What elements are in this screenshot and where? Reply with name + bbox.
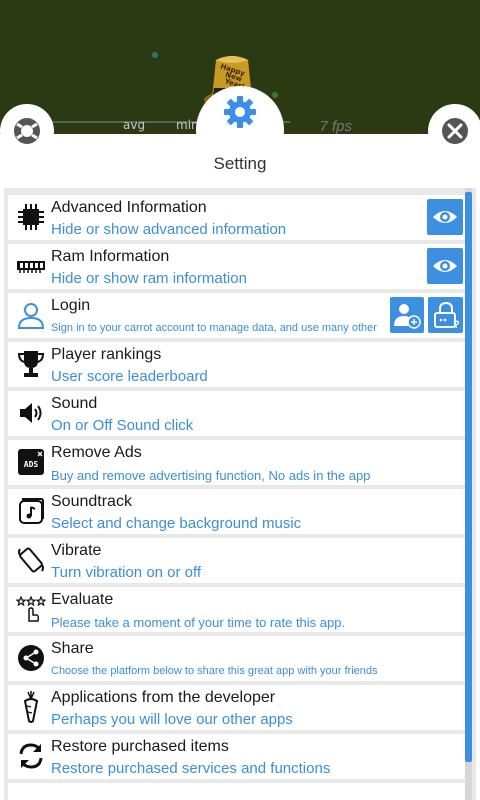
toggle-visibility-button[interactable]	[427, 199, 463, 235]
setting-share[interactable]: Share Choose the platform below to share…	[8, 636, 465, 681]
setting-subtitle: Choose the platform below to share this …	[51, 665, 378, 677]
lock-question-icon: ?	[433, 301, 460, 329]
svg-text:?: ?	[453, 319, 460, 329]
setting-title: Remove Ads	[51, 444, 142, 461]
stat-avg: avg	[123, 118, 146, 132]
speaker-icon	[15, 397, 47, 429]
lifebuoy-icon	[14, 118, 40, 144]
vibrate-icon	[15, 544, 47, 576]
setting-title: Restore purchased items	[51, 738, 229, 755]
carrot-icon	[15, 691, 47, 723]
setting-subtitle: Select and change background music	[51, 515, 302, 532]
setting-vibrate[interactable]: Vibrate Turn vibration on or off	[8, 538, 465, 583]
setting-subtitle: Please take a moment of your time to rat…	[51, 615, 346, 630]
trophy-icon	[15, 348, 47, 380]
particle	[152, 52, 158, 58]
restore-icon	[15, 740, 47, 772]
setting-subtitle: Sign in to your carrot account to manage…	[51, 322, 377, 334]
svg-text:ADS: ADS	[24, 460, 39, 469]
setting-title: Player rankings	[51, 346, 162, 363]
setting-title: Evaluate	[51, 591, 114, 608]
setting-title: Advanced Information	[51, 199, 207, 216]
setting-player-rankings[interactable]: Player rankings User score leaderboard	[8, 342, 465, 387]
toggle-visibility-button[interactable]	[427, 248, 463, 284]
setting-subtitle: Turn vibration on or off	[51, 564, 202, 581]
setting-subtitle: Buy and remove advertising function, No …	[51, 468, 371, 483]
setting-advanced-information[interactable]: Advanced Information Hide or show advanc…	[8, 195, 465, 240]
setting-title: Sound	[51, 395, 98, 412]
setting-subtitle: Restore purchased services and functions	[51, 760, 331, 777]
setting-remove-ads[interactable]: ADS Remove Ads Buy and remove advertisin…	[8, 440, 465, 485]
setting-subtitle: Perhaps you will love our other apps	[51, 711, 293, 728]
setting-subtitle: Hide or show advanced information	[51, 221, 287, 238]
add-user-icon	[394, 304, 421, 329]
share-icon	[15, 642, 47, 674]
setting-subtitle: On or Off Sound click	[51, 417, 194, 434]
gear-icon	[224, 96, 256, 128]
particle	[272, 92, 278, 98]
music-icon	[15, 495, 47, 527]
setting-sound[interactable]: Sound On or Off Sound click	[8, 391, 465, 436]
chip-icon	[15, 201, 47, 233]
stat-fps: 7 fps	[319, 118, 352, 134]
eye-icon	[433, 260, 457, 272]
eye-icon	[433, 211, 457, 223]
setting-title: Ram Information	[51, 248, 170, 265]
close-icon	[442, 118, 468, 144]
setting-title: Share	[51, 640, 94, 657]
settings-list[interactable]: Advanced Information Hide or show advanc…	[4, 188, 476, 800]
ads-icon: ADS	[15, 446, 47, 478]
setting-subtitle: User score leaderboard	[51, 368, 208, 385]
recover-password-button[interactable]: ?	[428, 297, 463, 333]
setting-developer-apps[interactable]: Applications from the developer Perhaps …	[8, 685, 465, 730]
setting-restore-purchases[interactable]: Restore purchased items Restore purchase…	[8, 734, 465, 779]
setting-subtitle: Hide or show ram information	[51, 270, 247, 287]
close-button[interactable]	[428, 104, 480, 158]
rate-icon	[15, 593, 47, 625]
help-button[interactable]	[0, 104, 54, 158]
user-icon	[15, 299, 47, 331]
setting-login[interactable]: Login Sign in to your carrot account to …	[8, 293, 465, 338]
setting-title: Soundtrack	[51, 493, 132, 510]
ram-icon	[15, 250, 47, 282]
setting-evaluate[interactable]: Evaluate Please take a moment of your ti…	[8, 587, 465, 632]
setting-soundtrack[interactable]: Soundtrack Select and change background …	[8, 489, 465, 534]
scrollbar-thumb[interactable]	[465, 192, 472, 762]
setting-next-partial[interactable]	[8, 783, 465, 800]
setting-title: Applications from the developer	[51, 689, 276, 706]
setting-ram-information[interactable]: Ram Information Hide or show ram informa…	[8, 244, 465, 289]
setting-title: Vibrate	[51, 542, 102, 559]
page-title: Setting	[213, 154, 267, 173]
add-account-button[interactable]	[390, 297, 424, 333]
setting-title: Login	[51, 297, 91, 314]
